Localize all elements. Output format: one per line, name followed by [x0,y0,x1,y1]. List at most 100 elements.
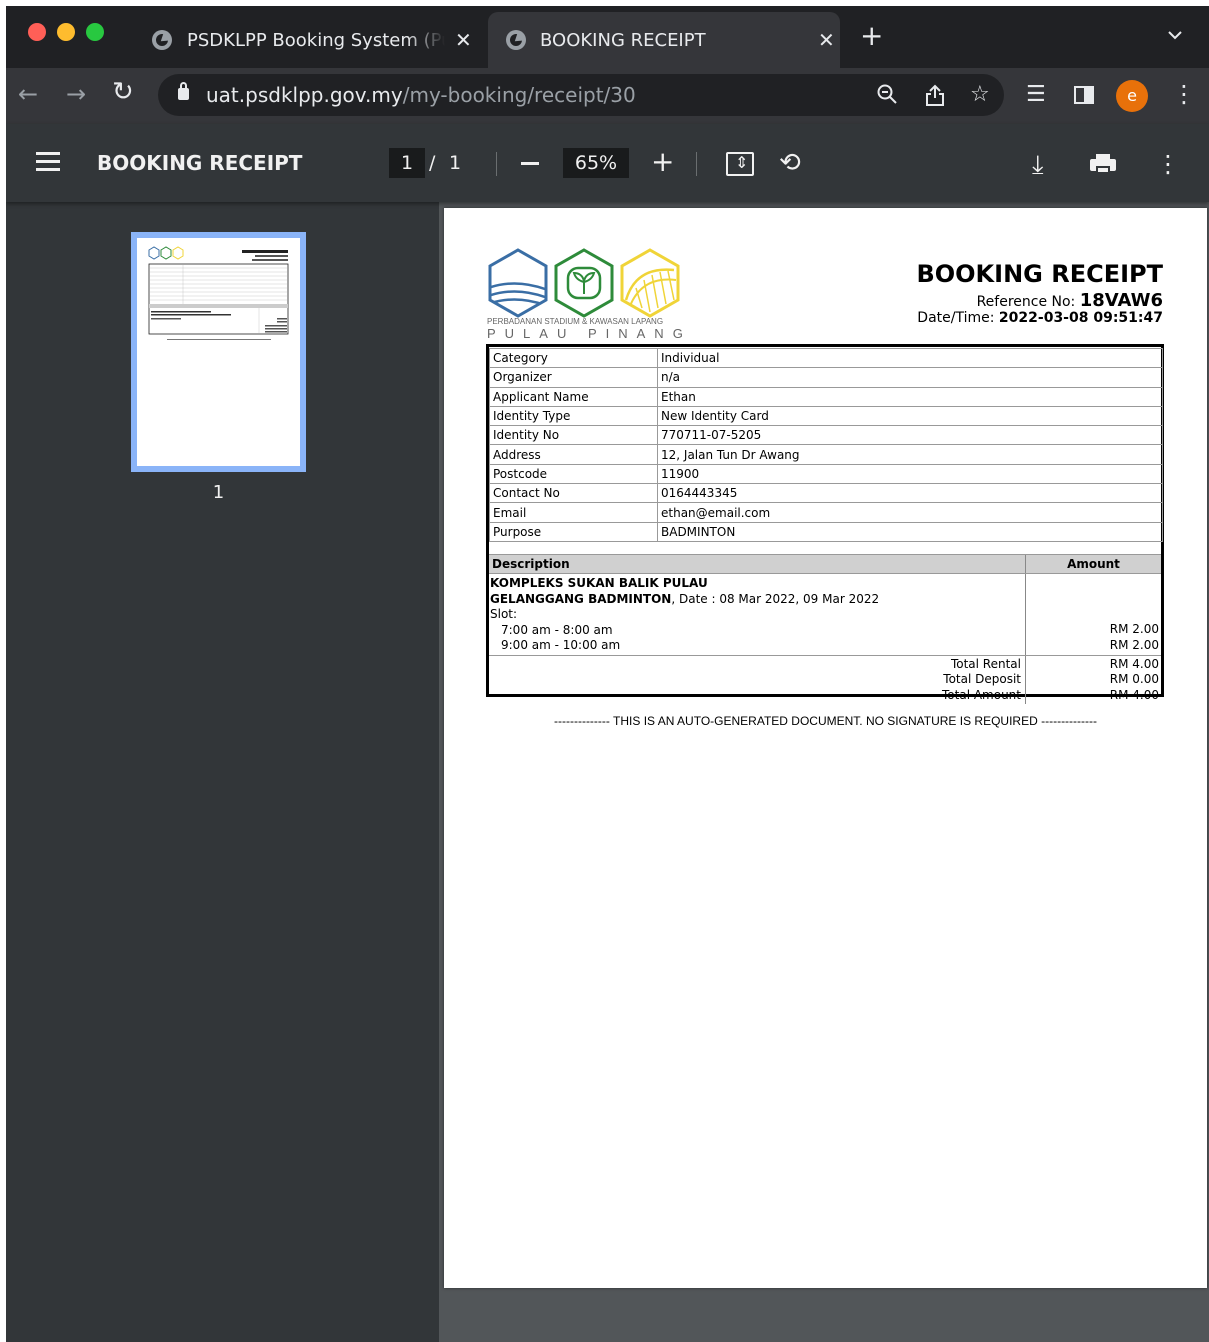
pdf-page: PERBADANAN STADIUM & KAWASAN LAPANG PULA… [444,208,1207,1288]
tab-title: PSDKLPP Booking System (Pul [187,29,445,51]
detail-label: Identity No [489,425,658,446]
reading-list-icon[interactable]: ☰ [1026,83,1046,107]
table-row: Contact No 0164443345 [489,483,1163,504]
browser-window: PSDKLPP Booking System (Pul ✕ BOOKING RE… [6,6,1209,1342]
reference-line: Reference No: 18VAW6 [977,290,1163,311]
reference-value: 18VAW6 [1079,290,1163,311]
booking-dates: , Date : 08 Mar 2022, 09 Mar 2022 [671,591,880,606]
download-icon[interactable]: ⤓ [1032,150,1044,181]
chevron-down-icon[interactable] [1168,28,1182,42]
close-icon[interactable]: ✕ [818,28,835,52]
items-header: Description Amount [489,554,1161,574]
slot-amount: RM 2.00 [1109,622,1159,636]
datetime-value: 2022-03-08 09:51:47 [998,310,1163,326]
url-text[interactable]: uat.psdklpp.gov.my/my-booking/receipt/30 [206,83,636,107]
detail-label: Applicant Name [489,386,658,407]
thumbnail-preview [148,246,289,340]
browser-toolbar: ← → ↻ uat.psdklpp.gov.my/my-booking/rece… [6,68,1209,124]
profile-avatar[interactable]: e [1116,80,1148,112]
zoom-in-button[interactable]: + [651,148,674,176]
total-value: RM 4.00 [1109,688,1159,703]
logo-caption: PERBADANAN STADIUM & KAWASAN LAPANG [487,317,664,326]
auto-generated-note: -------------- THIS IS AN AUTO-GENERATED… [553,714,1098,728]
total-label: Total Rental [950,656,1021,671]
more-vert-icon[interactable]: ⋮ [1172,82,1196,106]
reference-label: Reference No: [976,294,1076,310]
slot-time: 7:00 am - 8:00 am [501,622,613,637]
total-labels: Total Rental Total Deposit Total Amount [489,655,1026,704]
detail-value: New Identity Card [657,405,1163,427]
page-total: 1 [449,152,462,174]
table-row: Category Individual [489,347,1163,369]
back-arrow-icon[interactable]: ← [18,82,38,106]
page-separator: / [429,152,436,174]
url-path: /my-booking/receipt/30 [402,83,636,107]
facility-line: GELANGGANG BADMINTON, Date : 08 Mar 2022… [490,592,1025,608]
address-bar[interactable]: uat.psdklpp.gov.my/my-booking/receipt/30… [158,74,1004,116]
close-icon[interactable]: ✕ [455,28,472,52]
tab-booking-receipt[interactable]: BOOKING RECEIPT ✕ [488,12,840,68]
description-header: Description [489,555,1026,573]
detail-value: 0164443345 [657,483,1163,504]
receipt-detail-box: Category Individual Organizer n/a Applican… [486,344,1164,704]
rotate-icon[interactable]: ⟲ [779,148,801,178]
pdf-title: BOOKING RECEIPT [97,151,303,175]
zoom-input[interactable]: 65% [563,148,629,178]
slot-time: 9:00 am - 10:00 am [501,638,621,652]
booking-items: Description Amount KOMPLEKS SUKAN BALIK … [489,554,1161,704]
table-row: Email ethan@email.com [489,502,1163,523]
menu-icon[interactable] [36,152,60,172]
table-row: Purpose BADMINTON [489,521,1163,542]
toolbar-divider [496,152,497,176]
logo-caption-location: PULAU PINANG [487,326,692,341]
detail-label: Organizer [489,367,658,388]
window-maximize-button[interactable] [86,23,104,41]
detail-label: Identity Type [489,405,658,427]
facility-name: GELANGGANG BADMINTON [490,591,672,606]
toolbar-divider [696,152,697,176]
detail-label: Address [489,444,658,465]
amount-header: Amount [1067,557,1120,571]
detail-value: 12, Jalan Tun Dr Awang [657,444,1163,465]
globe-icon [152,30,172,50]
zoom-magnifier-icon[interactable] [876,83,898,105]
window-close-button[interactable] [28,23,46,41]
page-number-input[interactable]: 1 [389,148,425,178]
page-thumbnail[interactable] [131,232,306,472]
url-host: uat.psdklpp.gov.my [206,83,403,107]
table-row: Postcode 11900 [489,463,1163,485]
table-row: Identity Type New Identity Card [489,405,1163,427]
tab-booking-system[interactable]: PSDKLPP Booking System (Pul ✕ [146,12,484,68]
print-icon[interactable] [1090,154,1116,174]
detail-value: BADMINTON [657,521,1163,542]
side-panel-icon[interactable] [1074,86,1094,104]
venue-name: KOMPLEKS SUKAN BALIK PULAU [490,576,708,590]
fit-to-page-icon[interactable] [726,152,754,176]
more-vert-icon[interactable]: ⋮ [1156,150,1180,178]
tab-title: BOOKING RECEIPT [540,29,706,51]
reload-icon[interactable]: ↻ [112,79,134,105]
bookmark-star-icon[interactable]: ☆ [970,83,990,107]
applicant-details-table: Category Individual Organizer n/a Applican… [489,347,1163,542]
pdf-toolbar: BOOKING RECEIPT 1 / 1 65% + ⟲ ⤓ ⋮ [6,124,1209,202]
detail-value: 770711-07-5205 [657,425,1163,446]
total-value: RM 4.00 [1109,656,1159,671]
detail-value: ethan@email.com [657,502,1163,523]
totals: Total Rental Total Deposit Total Amount … [489,655,1161,704]
total-values: RM 4.00 RM 0.00 RM 4.00 [1026,656,1161,704]
new-tab-button[interactable]: + [860,22,883,50]
pdf-viewport[interactable]: PERBADANAN STADIUM & KAWASAN LAPANG PULA… [439,202,1209,1342]
lock-icon[interactable] [178,82,189,100]
item-description: KOMPLEKS SUKAN BALIK PULAU GELANGGANG BA… [489,574,1026,655]
total-label: Total Amount [942,688,1021,703]
forward-arrow-icon[interactable]: → [66,82,86,106]
total-label: Total Deposit [943,672,1021,687]
share-icon[interactable] [924,83,946,107]
window-minimize-button[interactable] [57,23,75,41]
table-row: Organizer n/a [489,367,1163,388]
pdf-sidebar: 1 [6,202,439,1342]
slot-amount: RM 2.00 [1109,637,1159,652]
thumbnail-page-number: 1 [212,482,225,503]
zoom-out-button[interactable] [521,162,539,165]
datetime-line: Date/Time: 2022-03-08 09:51:47 [917,310,1163,326]
